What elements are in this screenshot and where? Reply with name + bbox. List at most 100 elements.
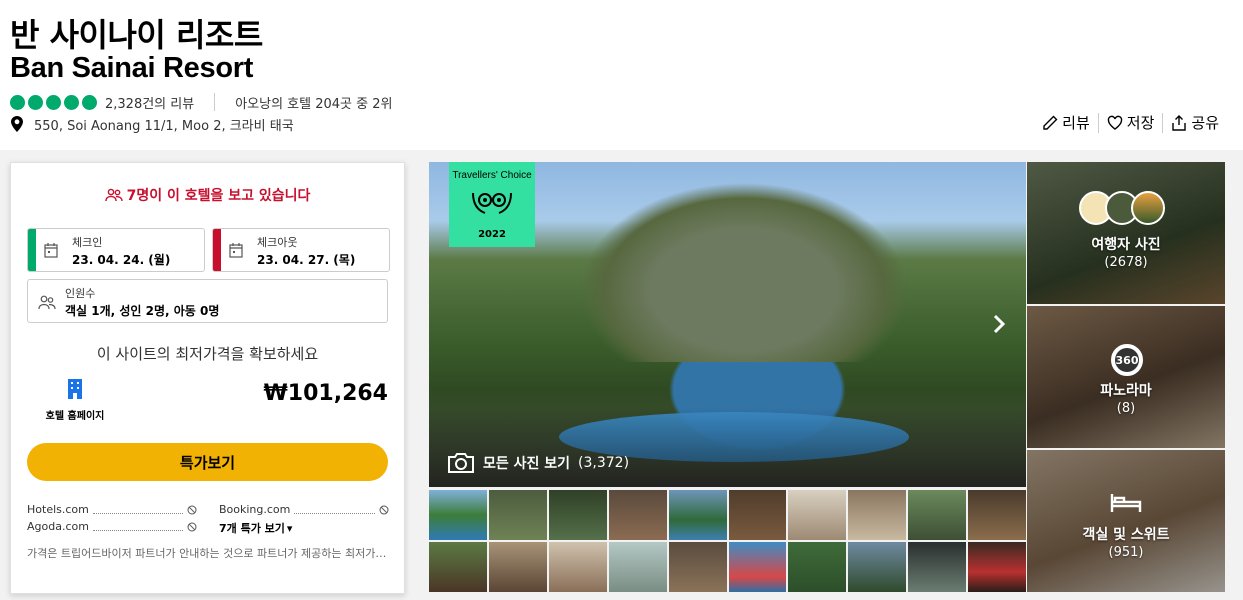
badge-title: Travellers' Choice [452,170,532,181]
partner-name: Hotels.com [27,503,89,516]
chevron-right-icon[interactable] [990,312,1008,336]
pencil-icon [1043,115,1058,130]
partner-agoda-com[interactable]: Agoda.com [27,520,197,533]
tile-count: (951) [1108,545,1144,560]
tile-label: 파노라마 [1100,383,1152,399]
review-count-link[interactable]: 2,328건의 리뷰 [105,93,194,112]
thumbnail[interactable] [548,490,607,540]
hotel-title-korean: 반 사이나이 리조트 [10,16,263,54]
checkout-field[interactable]: 체크아웃 23. 04. 27. (목) [212,228,390,272]
hotel-title-english: Ban Sainai Resort [10,52,254,84]
panorama-tile[interactable]: 360 파노라마 (8) [1027,306,1225,448]
heart-icon [1107,115,1122,130]
guests-label: 인원수 [65,287,96,300]
thumbnail[interactable] [908,542,967,592]
viewers-notice: 7명이 이 호텔을 보고 있습니다 [11,185,404,205]
tile-label: 객실 및 스위트 [1082,527,1170,543]
partner-name: Booking.com [219,503,291,516]
360-badge-text: 360 [1116,354,1139,367]
main-photo[interactable]: Travellers' Choice 2022 모든 사진 보기 (3,372) [429,162,1026,487]
checkin-field[interactable]: 체크인 23. 04. 24. (월) [27,228,205,272]
people-icon [104,188,123,202]
checkout-value: 23. 04. 27. (목) [257,253,356,267]
view-all-photos-button[interactable]: 모든 사진 보기 (3,372) [447,452,629,474]
save-label: 저장 [1126,114,1155,132]
rating-row: 2,328건의 리뷰 아오낭의 호텔 204곳 중 2위 [10,92,392,112]
ranking-link[interactable]: 아오낭의 호텔 204곳 중 2위 [235,93,392,112]
thumbnail[interactable] [968,542,1026,592]
address-row: 550, Soi Aonang 11/1, Moo 2, 크라비 태국 [10,114,294,134]
more-deals-label: 7개 특가 보기 [219,522,285,535]
partner-hotels-com[interactable]: Hotels.com [27,503,197,516]
share-label: 공유 [1191,114,1219,132]
thumbnail[interactable] [488,490,547,540]
thumbnail[interactable] [429,542,487,592]
unavailable-icon [379,505,389,514]
caret-down-icon: ▾ [286,521,293,535]
partner-booking-com[interactable]: Booking.com [219,503,389,516]
thumbnail[interactable] [848,490,907,540]
checkin-stripe [28,229,36,271]
all-photos-count: (3,372) [578,455,630,471]
badge-year: 2022 [478,229,506,240]
thumbnail[interactable] [668,542,727,592]
building-icon [68,379,82,399]
best-price-title: 이 사이트의 최저가격을 확보하세요 [96,345,319,363]
thumbnail[interactable] [968,490,1026,540]
photo-gradient [429,407,1026,487]
rating-bubble [46,94,61,110]
guests-icon [38,295,56,310]
dotted-leader [294,506,375,514]
share-icon [1172,114,1187,131]
write-review-button[interactable]: 리뷰 [1034,112,1098,133]
all-photos-label: 모든 사진 보기 [483,456,571,472]
thumbnail[interactable] [668,490,727,540]
price-disclaimer: 가격은 트립어드바이저 파트너가 안내하는 것으로 파트너가 제공하는 최저가 … [27,547,388,560]
vendor-name: 호텔 홈페이지 [45,411,105,422]
rating-bubbles[interactable] [10,94,97,110]
thumbnail[interactable] [488,542,547,592]
more-deals-dropdown[interactable]: 7개 특가 보기 ▾ [219,520,292,536]
traveler-photos-tile[interactable]: 여행자 사진 (2678) [1027,162,1225,304]
calendar-icon [44,243,58,258]
guests-field[interactable]: 인원수 객실 1개, 성인 2명, 아동 0명 [27,279,388,323]
thumbnail[interactable] [908,490,967,540]
save-button[interactable]: 저장 [1099,112,1163,133]
vendor-hotel-website[interactable]: 호텔 홈페이지 [27,377,123,422]
divider [214,93,216,111]
thumbnail[interactable] [848,542,907,592]
tile-overlay [1027,450,1225,592]
photo-scenery [579,182,909,362]
calendar-icon [229,243,243,258]
thumbnail[interactable] [728,490,787,540]
thumbnail[interactable] [788,542,847,592]
guests-value: 객실 1개, 성인 2명, 아동 0명 [65,304,220,318]
checkin-value: 23. 04. 24. (월) [72,253,171,267]
rooms-suites-tile[interactable]: 객실 및 스위트 (951) [1027,450,1225,592]
thumbnail[interactable] [788,490,847,540]
booking-card: 7명이 이 호텔을 보고 있습니다 체크인 23. 04. 24. (월) 체크… [10,162,405,594]
share-button[interactable]: 공유 [1163,112,1227,133]
rating-bubble [28,94,43,110]
partner-name: Agoda.com [27,520,89,533]
tile-count: (8) [1116,401,1136,416]
thumbnail[interactable] [608,490,667,540]
review-label: 리뷰 [1062,114,1090,132]
tile-label: 여행자 사진 [1091,237,1161,253]
bed-icon [1110,494,1142,512]
thumbnail[interactable] [548,542,607,592]
address-link[interactable]: 550, Soi Aonang 11/1, Moo 2, 크라비 태국 [34,115,294,134]
thumbnail[interactable] [728,542,787,592]
unavailable-icon [187,505,197,514]
thumbnail[interactable] [429,490,487,540]
checkin-label: 체크인 [72,236,103,249]
rating-bubble [64,94,79,110]
thumbnail-grid [429,490,1026,592]
viewers-text: 7명이 이 호텔을 보고 있습니다 [126,188,311,204]
thumbnail[interactable] [608,542,667,592]
owl-laurel-icon [472,192,512,214]
view-deal-button[interactable]: 특가보기 [27,443,388,481]
avatar [1131,191,1165,225]
header-actions: 리뷰 저장 공유 [1034,112,1227,133]
camera-icon [448,453,474,473]
